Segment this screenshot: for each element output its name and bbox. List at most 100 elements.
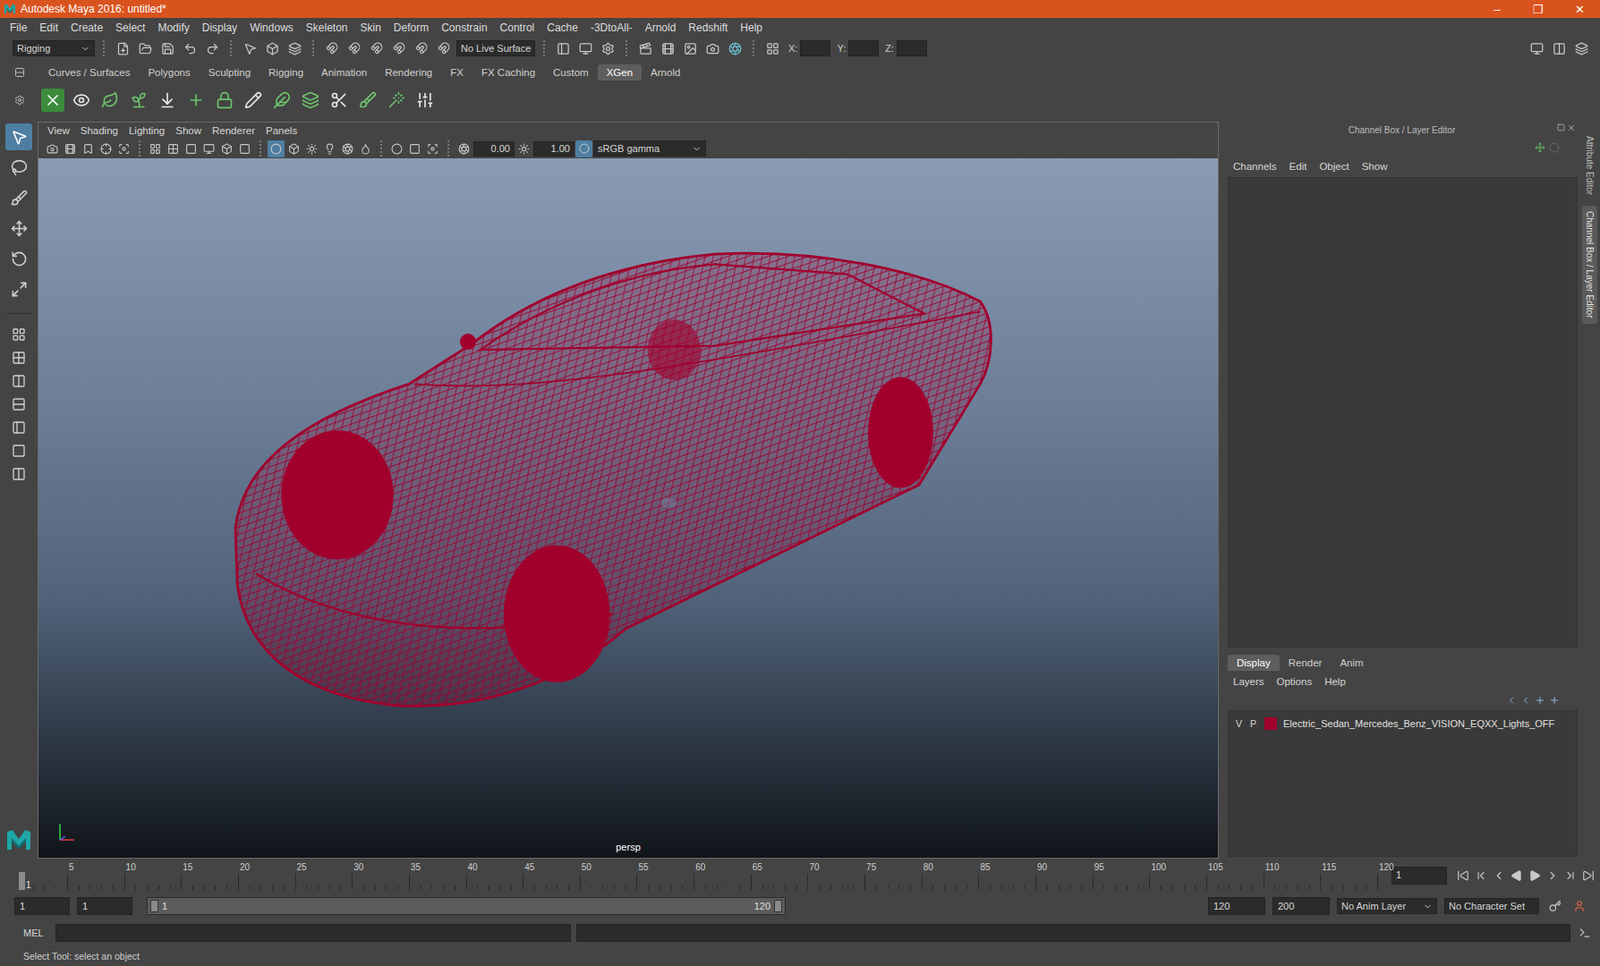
preferences-button[interactable] [1570,898,1588,916]
layout-button[interactable] [5,371,33,392]
command-input[interactable] [55,924,571,943]
menu-item[interactable]: Create [64,21,110,35]
shelf-button[interactable] [384,88,409,112]
script-editor-button[interactable] [1575,925,1593,943]
window-control-button[interactable]: – [1476,0,1518,18]
paint-tool-button[interactable] [5,184,33,212]
layer-editor-menu-item[interactable]: Options [1276,676,1313,688]
select-tool-button[interactable] [5,123,33,151]
shading-button[interactable] [357,140,375,158]
snap-button[interactable] [434,38,454,59]
layout-button[interactable] [5,348,33,368]
shelf-tab[interactable]: Rendering [375,64,442,81]
menu-item[interactable]: Skeleton [299,21,355,35]
window-control-button[interactable]: ❐ [1517,0,1559,18]
shelf-button[interactable] [327,88,351,112]
panel-menu-item[interactable]: Show [170,125,207,137]
render-button[interactable] [680,38,700,59]
render-button[interactable] [702,38,723,59]
shading-button[interactable] [267,140,285,158]
workspace-button[interactable] [1571,38,1592,59]
shelf-tab[interactable]: Custom [544,64,598,81]
menu-item[interactable]: Constrain [434,21,494,35]
isolate-button[interactable] [406,140,424,158]
layer-row[interactable]: VPElectric_Sedan_Mercedes_Benz_VISION_EQ… [1228,714,1577,733]
layer-editor-tab[interactable]: Anim [1330,655,1372,672]
exposure-button[interactable] [455,140,473,158]
speed-icon[interactable] [1548,142,1560,154]
camera-button[interactable] [115,140,133,158]
character-set-dropdown[interactable]: No Character Set [1444,898,1540,915]
view-transform-dropdown[interactable]: sRGB gamma [593,140,707,157]
camera-button[interactable] [61,140,79,158]
snap-button[interactable] [322,38,342,59]
file-button[interactable] [179,38,200,59]
display-button[interactable] [146,140,164,158]
file-button[interactable] [202,38,222,59]
playback-button[interactable] [1579,868,1597,886]
color-management-button[interactable] [575,140,593,158]
menu-item[interactable]: Redshift [681,21,734,35]
float-icon[interactable] [1557,123,1566,132]
display-button[interactable] [200,140,218,158]
current-frame-field[interactable]: 1 [1391,867,1447,886]
menu-item[interactable]: Cache [540,21,585,35]
panel-menu-item[interactable]: Lighting [123,125,171,137]
window-control-button[interactable]: ✕ [1558,0,1600,18]
selection-mode-button[interactable] [262,38,282,59]
live-surface-field[interactable]: No Live Surface [456,40,536,57]
range-start-handle[interactable]: 1 [147,900,171,913]
coordinate-field[interactable] [848,40,879,57]
layer-action-icon[interactable] [1520,695,1532,707]
shading-button[interactable] [321,140,339,158]
panel-menu-item[interactable]: Renderer [206,125,261,137]
menu-item[interactable]: Windows [243,21,300,35]
lasso-tool-button[interactable] [5,153,33,181]
car-wireframe[interactable] [38,158,1218,859]
layer-editor-menu-item[interactable]: Layers [1233,676,1265,688]
history-button[interactable] [575,38,596,59]
shelf-tab[interactable]: XGen [597,64,642,81]
visibility-toggle[interactable]: V [1234,718,1244,730]
shelf-button[interactable] [155,88,179,112]
toolbar-grip[interactable] [542,39,546,58]
shelf-button[interactable] [98,88,122,112]
command-language[interactable]: MEL [23,927,51,939]
menu-item[interactable]: Arnold [638,21,683,35]
layer-action-icon[interactable] [1548,695,1560,707]
workspace-button[interactable] [1548,38,1569,59]
display-button[interactable] [182,140,200,158]
menu-item[interactable]: Edit [33,21,65,35]
shelf-tab[interactable]: Animation [312,64,376,81]
transform-mode-button[interactable] [762,38,783,59]
layer-color-swatch[interactable] [1264,717,1277,731]
layer-action-icon[interactable] [1506,695,1517,707]
exposure-field[interactable]: 0.00 [473,141,515,157]
side-tab[interactable]: Attribute Editor [1582,130,1598,201]
isolate-button[interactable] [424,140,442,158]
workspace-button[interactable] [1526,38,1547,59]
scale-tool-button[interactable] [5,275,33,303]
camera-button[interactable] [97,140,115,158]
selection-mode-button[interactable] [284,38,305,59]
manipulator-icon[interactable] [1534,142,1546,154]
isolate-button[interactable] [388,140,406,158]
file-button[interactable] [112,38,133,59]
menu-item[interactable]: -3DtoAll- [584,21,639,35]
snap-button[interactable] [344,38,365,59]
menu-item[interactable]: Help [733,21,769,35]
display-button[interactable] [236,140,254,158]
range-slider[interactable]: 1120 [146,897,786,916]
toolbar-grip[interactable] [311,39,315,58]
panel-menu-item[interactable]: Panels [260,125,303,137]
camera-button[interactable] [43,140,61,158]
channel-box-menu-item[interactable]: Edit [1289,161,1308,172]
playback-button[interactable] [1454,868,1472,886]
shelf-tab[interactable]: FX [441,64,473,81]
shading-button[interactable] [285,140,303,158]
shelf-tab[interactable]: Rigging [259,64,313,81]
playback-button[interactable] [1472,868,1490,886]
layout-button[interactable] [5,441,33,461]
playback-start-field[interactable]: 1 [76,897,133,916]
shelf-button[interactable] [41,88,65,112]
